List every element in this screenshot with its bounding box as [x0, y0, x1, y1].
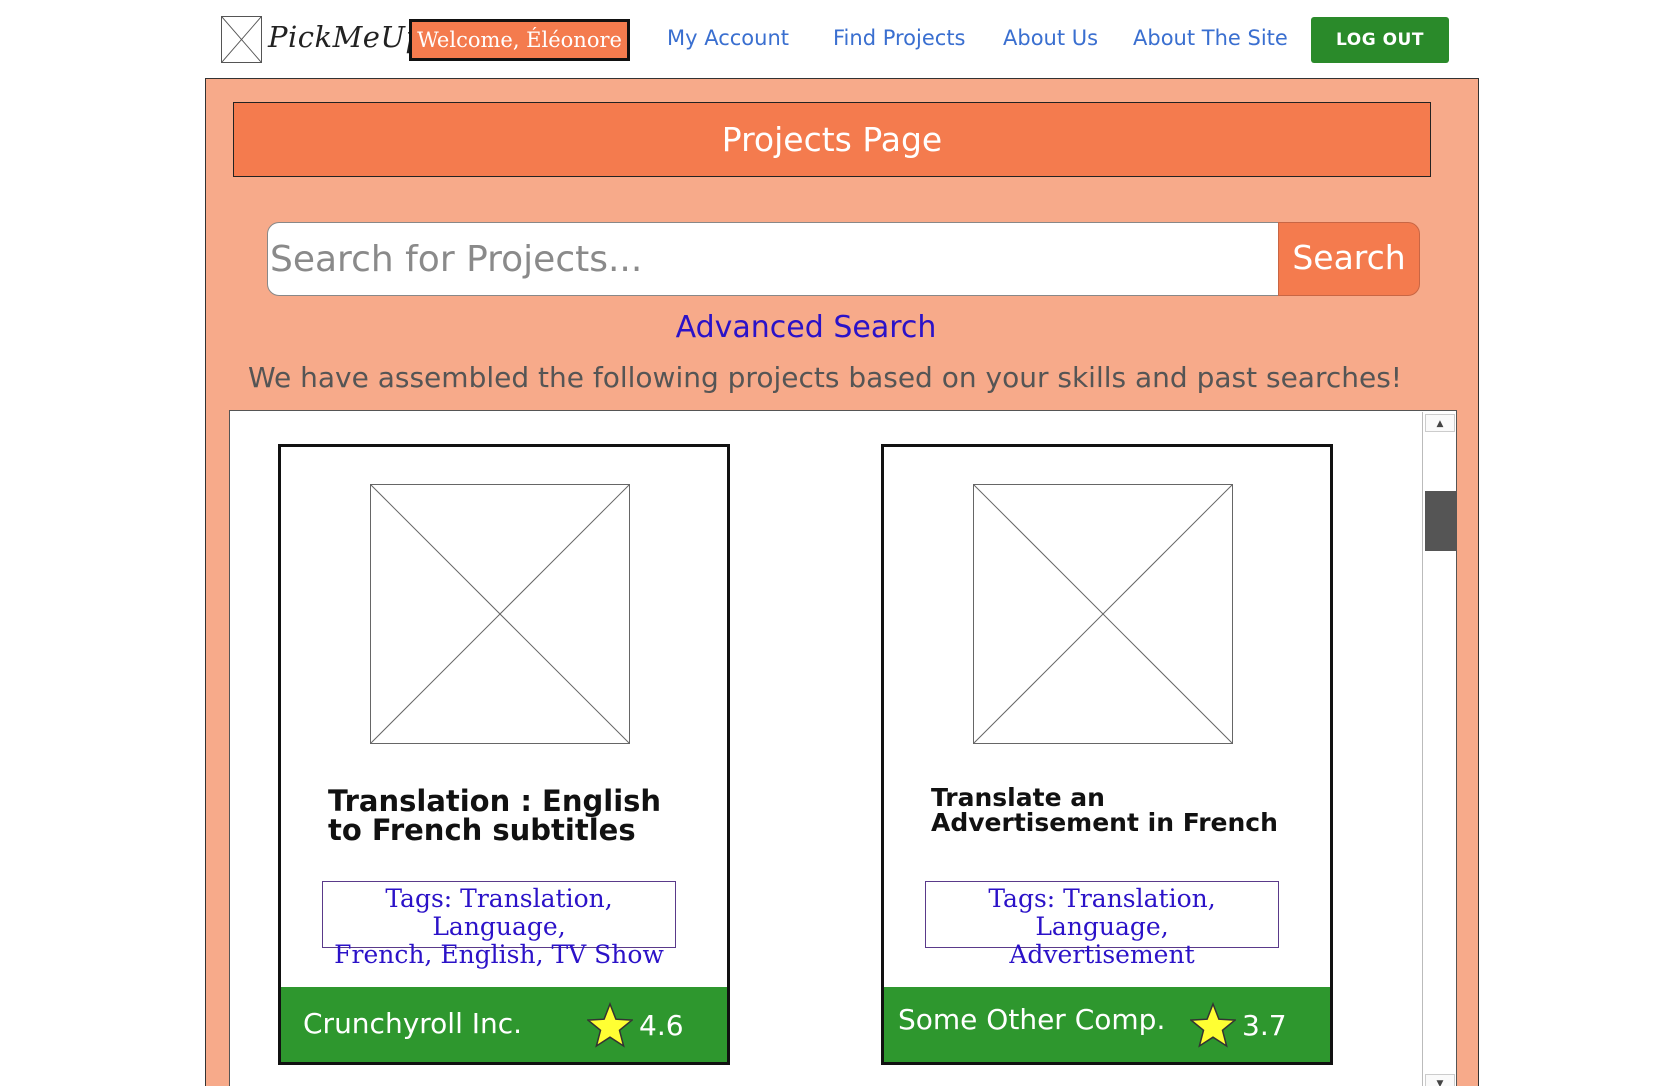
logo-icon[interactable] [221, 16, 262, 63]
project-title: Translate an Advertisement in French [931, 785, 1278, 835]
nav-link-find-projects[interactable]: Find Projects [833, 26, 966, 50]
projects-panel: Projects Page Search Advanced Search We … [205, 78, 1479, 1086]
project-card[interactable]: Translate an Advertisement in French Tag… [881, 444, 1333, 1065]
project-title-line: Translation : English [328, 784, 662, 818]
project-title: Translation : English to French subtitle… [328, 787, 661, 845]
project-tags-line: Tags: Translation, Language, [988, 884, 1216, 941]
search-input[interactable] [267, 222, 1279, 296]
welcome-badge: Welcome, Éléonore [409, 19, 630, 61]
projects-scroll-area[interactable]: Translation : English to French subtitle… [229, 410, 1457, 1086]
page-title: Projects Page [233, 102, 1431, 177]
project-card[interactable]: Translation : English to French subtitle… [278, 444, 730, 1065]
scroll-up-arrow-icon[interactable]: ▲ [1425, 414, 1455, 432]
project-card-footer: Some Other Comp. 3.7 [884, 987, 1330, 1062]
project-title-line: Translate an [931, 783, 1105, 812]
recommendation-text: We have assembled the following projects… [247, 361, 1403, 394]
project-tags-line: Tags: Translation, Language, [385, 884, 613, 941]
scrollbar-thumb[interactable] [1425, 491, 1456, 551]
scroll-down-arrow-icon[interactable]: ▼ [1425, 1074, 1455, 1086]
project-tags: Tags: Translation, Language, French, Eng… [322, 881, 676, 969]
advanced-search-link[interactable]: Advanced Search [206, 310, 1406, 345]
project-title-line: to French subtitles [328, 813, 636, 847]
project-card-footer: Crunchyroll Inc. 4.6 [281, 987, 727, 1062]
company-name[interactable]: Some Other Comp. [898, 1003, 1165, 1036]
top-navigation: PickMeUp Welcome, Éléonore My Account Fi… [0, 0, 1680, 78]
placeholder-image-icon [370, 484, 630, 744]
nav-link-about-the-site[interactable]: About The Site [1133, 26, 1288, 50]
logout-button[interactable]: LOG OUT [1311, 17, 1449, 63]
project-rating: 3.7 [1242, 1009, 1287, 1042]
nav-link-about-us[interactable]: About Us [1003, 26, 1098, 50]
vertical-scrollbar[interactable]: ▲ ▼ [1422, 412, 1456, 1086]
nav-link-my-account[interactable]: My Account [667, 26, 789, 50]
project-title-line: Advertisement in French [931, 808, 1278, 837]
project-rating: 4.6 [639, 1009, 684, 1042]
project-tags-line: Advertisement [1009, 940, 1195, 969]
search-button[interactable]: Search [1278, 222, 1420, 296]
star-icon [1190, 1002, 1236, 1048]
project-tags: Tags: Translation, Language, Advertiseme… [925, 881, 1279, 969]
company-name[interactable]: Crunchyroll Inc. [303, 1007, 522, 1040]
star-icon [587, 1002, 633, 1048]
project-tags-line: French, English, TV Show [334, 940, 664, 969]
logo-text[interactable]: PickMeUp [268, 20, 424, 54]
placeholder-image-icon [973, 484, 1233, 744]
